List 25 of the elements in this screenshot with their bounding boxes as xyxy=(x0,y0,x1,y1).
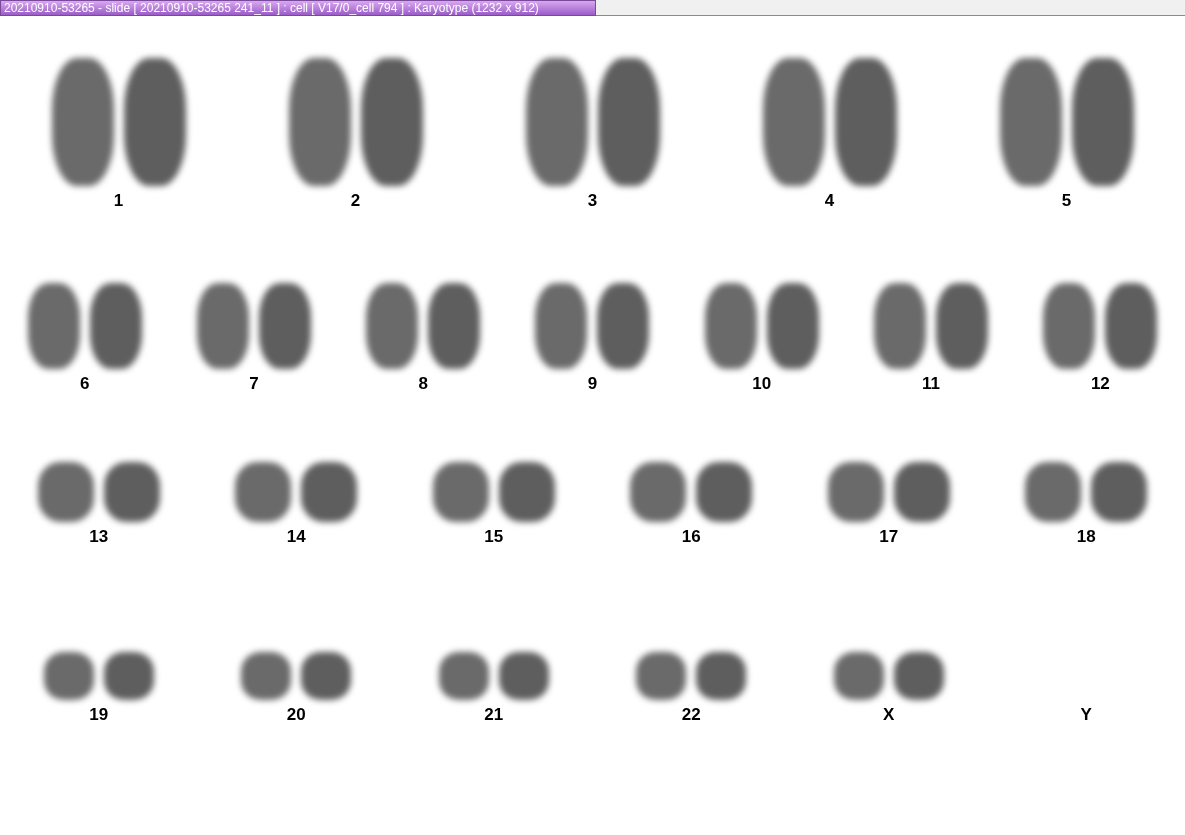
window-title: 20210910-53265 - slide [ 20210910-53265 241_11 ] : cell [ V17/0_cell 794 ] : Karyotype (1232 x 912) xyxy=(0,0,596,16)
chromosome-label: 22 xyxy=(681,706,701,723)
chromosome-label: 3 xyxy=(587,192,598,209)
chromosome-label: 19 xyxy=(89,706,109,723)
chromosome-label: 6 xyxy=(79,375,90,392)
chromosome-label: 15 xyxy=(484,528,504,545)
chromosome-label: 7 xyxy=(249,375,259,392)
chromosome-label: 5 xyxy=(1061,192,1072,209)
chromosome-label: 4 xyxy=(824,192,835,209)
chromosome-label: 21 xyxy=(484,706,504,723)
chromosome-label: 11 xyxy=(922,375,941,392)
chromosome-label: 13 xyxy=(89,528,109,545)
chromosome-label: Y xyxy=(1080,706,1092,723)
chromosome-label: 12 xyxy=(1090,375,1110,392)
chromosome-label: X xyxy=(883,706,895,723)
chromosome-label: 2 xyxy=(350,192,361,209)
chromosome-label: 1 xyxy=(113,192,124,209)
chromosome-label: 14 xyxy=(286,528,306,545)
chromosome-label: 16 xyxy=(681,528,701,545)
chromosome-label: 9 xyxy=(587,375,598,392)
chromosome-label: 8 xyxy=(418,375,428,392)
chromosome-label: 10 xyxy=(752,375,772,392)
chromosome-label: 20 xyxy=(286,706,306,723)
chromosome-label: 18 xyxy=(1076,528,1096,545)
chromosome-label: 17 xyxy=(879,528,899,545)
